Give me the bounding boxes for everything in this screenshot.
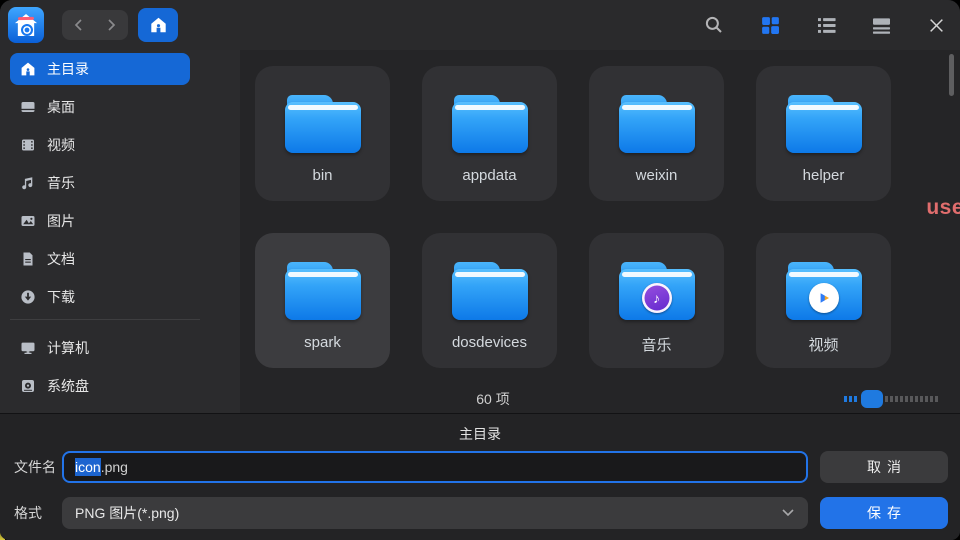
grid-view-button[interactable] (760, 15, 780, 35)
save-panel: 主目录 文件名 icon.png 取消 格式 PNG 图片(*.png) 保存 (0, 414, 960, 540)
folder-tile-bin[interactable]: bin (255, 66, 390, 201)
music-icon (20, 175, 36, 191)
grid-view-icon (761, 16, 780, 35)
folder-icon (619, 95, 695, 153)
video-icon (20, 137, 36, 153)
chevron-right-icon (107, 18, 116, 32)
format-label: 格式 (14, 503, 62, 523)
folder-name: weixin (636, 167, 678, 184)
download-icon (20, 289, 36, 305)
slider-track-filled (844, 396, 859, 402)
forward-button[interactable] (95, 10, 128, 40)
folder-tile-appdata[interactable]: appdata (422, 66, 557, 201)
cancel-button[interactable]: 取消 (820, 451, 948, 483)
sidebar-item-system-disk[interactable]: 系统盘 (10, 370, 190, 402)
detail-view-icon (872, 17, 891, 34)
video-folder-icon (786, 262, 862, 320)
slider-track-empty (885, 396, 940, 402)
close-button[interactable] (926, 15, 946, 35)
red-overlay-text: use (926, 196, 960, 220)
filename-extension-text: .png (101, 459, 128, 475)
sidebar-divider (10, 319, 200, 320)
folder-icon (452, 95, 528, 153)
folder-icon (285, 95, 361, 153)
sidebar-item-label: 文档 (47, 249, 75, 269)
folder-icon (452, 262, 528, 320)
folder-name: helper (803, 167, 845, 184)
music-folder-icon: ♪ (619, 262, 695, 320)
current-path-label: 主目录 (0, 424, 960, 444)
sidebar-item-downloads[interactable]: 下载 (10, 281, 190, 313)
home-icon (149, 16, 168, 34)
search-button[interactable] (704, 15, 724, 35)
format-value: PNG 图片(*.png) (75, 503, 179, 523)
folder-tile-weixin[interactable]: weixin (589, 66, 724, 201)
folder-icon (285, 262, 361, 320)
sidebar-item-label: 主目录 (47, 59, 89, 79)
slider-handle[interactable] (861, 390, 883, 408)
image-icon (20, 213, 36, 229)
sidebar-item-music[interactable]: 音乐 (10, 167, 190, 199)
sidebar-item-desktop[interactable]: 桌面 (10, 91, 190, 123)
desktop-icon (20, 99, 36, 115)
disk-icon (20, 378, 36, 394)
sidebar-item-documents[interactable]: 文档 (10, 243, 190, 275)
folder-name: bin (312, 167, 332, 184)
list-view-icon (817, 17, 836, 34)
folder-icon (786, 95, 862, 153)
icon-size-slider[interactable] (844, 388, 940, 410)
computer-icon (20, 340, 36, 356)
app-logo-icon (8, 7, 44, 43)
file-save-dialog-window: 主目录 桌面 视频 音乐 (0, 0, 960, 540)
file-grid-area: bin appdata weixin helper spark (240, 50, 960, 413)
filename-input[interactable]: icon.png (62, 451, 808, 483)
nav-button-group (62, 10, 128, 40)
folder-name: dosdevices (452, 334, 527, 351)
folder-name: spark (304, 334, 341, 351)
folder-tile-music[interactable]: ♪ 音乐 (589, 233, 724, 368)
chevron-down-icon (782, 509, 794, 517)
sidebar-item-videos[interactable]: 视频 (10, 129, 190, 161)
music-note-badge-icon: ♪ (642, 283, 672, 313)
folder-grid: bin appdata weixin helper spark (255, 66, 891, 368)
home-button[interactable] (138, 8, 178, 42)
sidebar-item-label: 音乐 (47, 173, 75, 193)
close-icon (928, 17, 945, 34)
sidebar-item-label: 计算机 (47, 338, 89, 358)
save-button[interactable]: 保存 (820, 497, 948, 529)
list-view-button[interactable] (816, 15, 836, 35)
sidebar: 主目录 桌面 视频 音乐 (0, 50, 240, 413)
sidebar-item-label: 系统盘 (47, 376, 89, 396)
vertical-scrollbar[interactable] (949, 54, 954, 96)
filename-label: 文件名 (14, 457, 62, 477)
folder-tile-spark[interactable]: spark (255, 233, 390, 368)
item-count: 60 项 (476, 389, 509, 409)
back-button[interactable] (62, 10, 95, 40)
folder-name: 视频 (808, 334, 838, 355)
status-bar: 60 项 (240, 385, 960, 413)
document-icon (20, 251, 36, 267)
folder-tile-videos[interactable]: 视频 (756, 233, 891, 368)
folder-name: appdata (462, 167, 516, 184)
play-badge-icon (809, 283, 839, 313)
sidebar-item-computer[interactable]: 计算机 (10, 332, 190, 364)
sidebar-item-volume[interactable]: 157.9 GB 卷 (10, 408, 190, 413)
sidebar-item-label: 图片 (47, 211, 75, 231)
sidebar-item-pictures[interactable]: 图片 (10, 205, 190, 237)
chevron-left-icon (74, 18, 83, 32)
detail-view-button[interactable] (871, 15, 891, 35)
search-icon (704, 15, 724, 35)
folder-tile-dosdevices[interactable]: dosdevices (422, 233, 557, 368)
folder-tile-helper[interactable]: helper (756, 66, 891, 201)
home-icon (20, 61, 36, 77)
format-dropdown[interactable]: PNG 图片(*.png) (62, 497, 808, 529)
titlebar (0, 0, 960, 50)
sidebar-item-home[interactable]: 主目录 (10, 53, 190, 85)
filename-selected-text: icon (75, 458, 101, 476)
sidebar-item-label: 桌面 (47, 97, 75, 117)
sidebar-item-label: 下载 (47, 287, 75, 307)
folder-name: 音乐 (641, 334, 671, 355)
sidebar-item-label: 视频 (47, 135, 75, 155)
